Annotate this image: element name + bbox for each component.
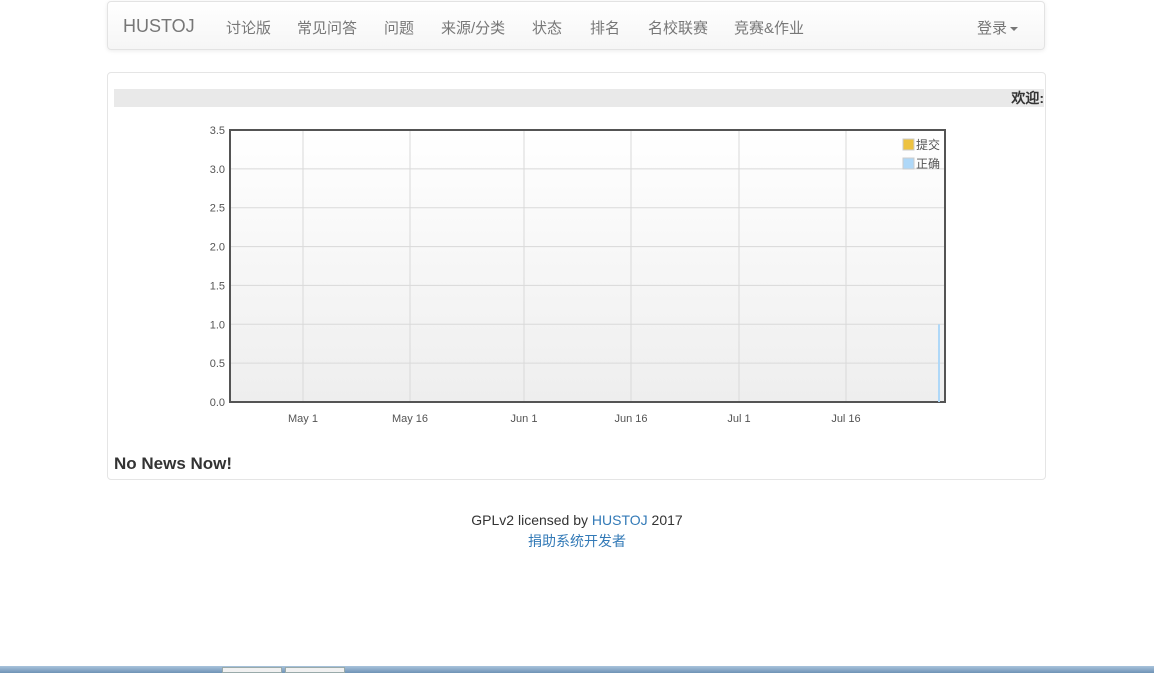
taskbar-button[interactable] — [285, 667, 345, 673]
footer-license: GPLv2 licensed by HUSTOJ 2017 — [0, 512, 1154, 528]
main-panel: 欢迎: 0.0 0.5 1.0 1.5 2.0 2.5 3.0 3.5 May 1 May 16 J… — [107, 72, 1046, 480]
taskbar — [0, 666, 1154, 673]
nav-problems[interactable]: 问题 — [384, 17, 414, 38]
footer-year: 2017 — [651, 512, 683, 528]
nav-school-league[interactable]: 名校联赛 — [648, 17, 708, 38]
y-tick-label: 1.5 — [210, 280, 225, 292]
y-tick-label: 0.0 — [210, 397, 225, 409]
legend-label: 正确 — [916, 157, 940, 171]
x-tick-label: Jun 16 — [614, 413, 647, 425]
y-tick-label: 3.0 — [210, 164, 225, 176]
login-dropdown[interactable]: 登录 — [977, 17, 1019, 38]
x-tick-label: May 16 — [392, 413, 428, 425]
nav-discussion[interactable]: 讨论版 — [226, 17, 271, 38]
legend-swatch — [902, 138, 915, 151]
nav-categories[interactable]: 来源/分类 — [441, 17, 505, 38]
news-title: No News Now! — [114, 454, 233, 473]
x-tick-label: Jul 16 — [831, 413, 860, 425]
y-tick-label: 2.0 — [210, 242, 225, 254]
footer-donate: 捐助系统开发者 — [0, 531, 1154, 551]
login-label: 登录 — [977, 20, 1008, 37]
donate-link[interactable]: 捐助系统开发者 — [528, 533, 626, 549]
nav-contests[interactable]: 竞赛&作业 — [734, 17, 804, 38]
nav-status[interactable]: 状态 — [532, 17, 562, 38]
navbar: HUSTOJ 讨论版 常见问答 问题 来源/分类 状态 排名 名校联赛 竞赛&作… — [107, 1, 1045, 50]
x-tick-label: May 1 — [288, 413, 318, 425]
nav-faq[interactable]: 常见问答 — [297, 17, 357, 38]
x-tick-label: Jun 1 — [511, 413, 538, 425]
y-tick-label: 3.5 — [210, 125, 225, 137]
footer-hustoj-link[interactable]: HUSTOJ — [592, 512, 648, 528]
brand-link[interactable]: HUSTOJ — [123, 16, 195, 37]
y-tick-label: 1.0 — [210, 319, 225, 331]
nav-ranklist[interactable]: 排名 — [590, 17, 620, 38]
taskbar-button[interactable] — [222, 667, 282, 673]
legend-label: 提交 — [916, 137, 940, 152]
caret-down-icon — [1010, 27, 1019, 32]
footer-prefix: GPLv2 licensed by — [471, 512, 589, 528]
legend-swatch — [902, 157, 915, 170]
plot-background — [230, 130, 945, 402]
y-tick-label: 0.5 — [210, 358, 225, 370]
y-tick-label: 2.5 — [210, 203, 225, 215]
submission-chart: 0.0 0.5 1.0 1.5 2.0 2.5 3.0 3.5 May 1 May 16 Jun 1… — [210, 125, 946, 425]
x-tick-label: Jul 1 — [727, 413, 750, 425]
